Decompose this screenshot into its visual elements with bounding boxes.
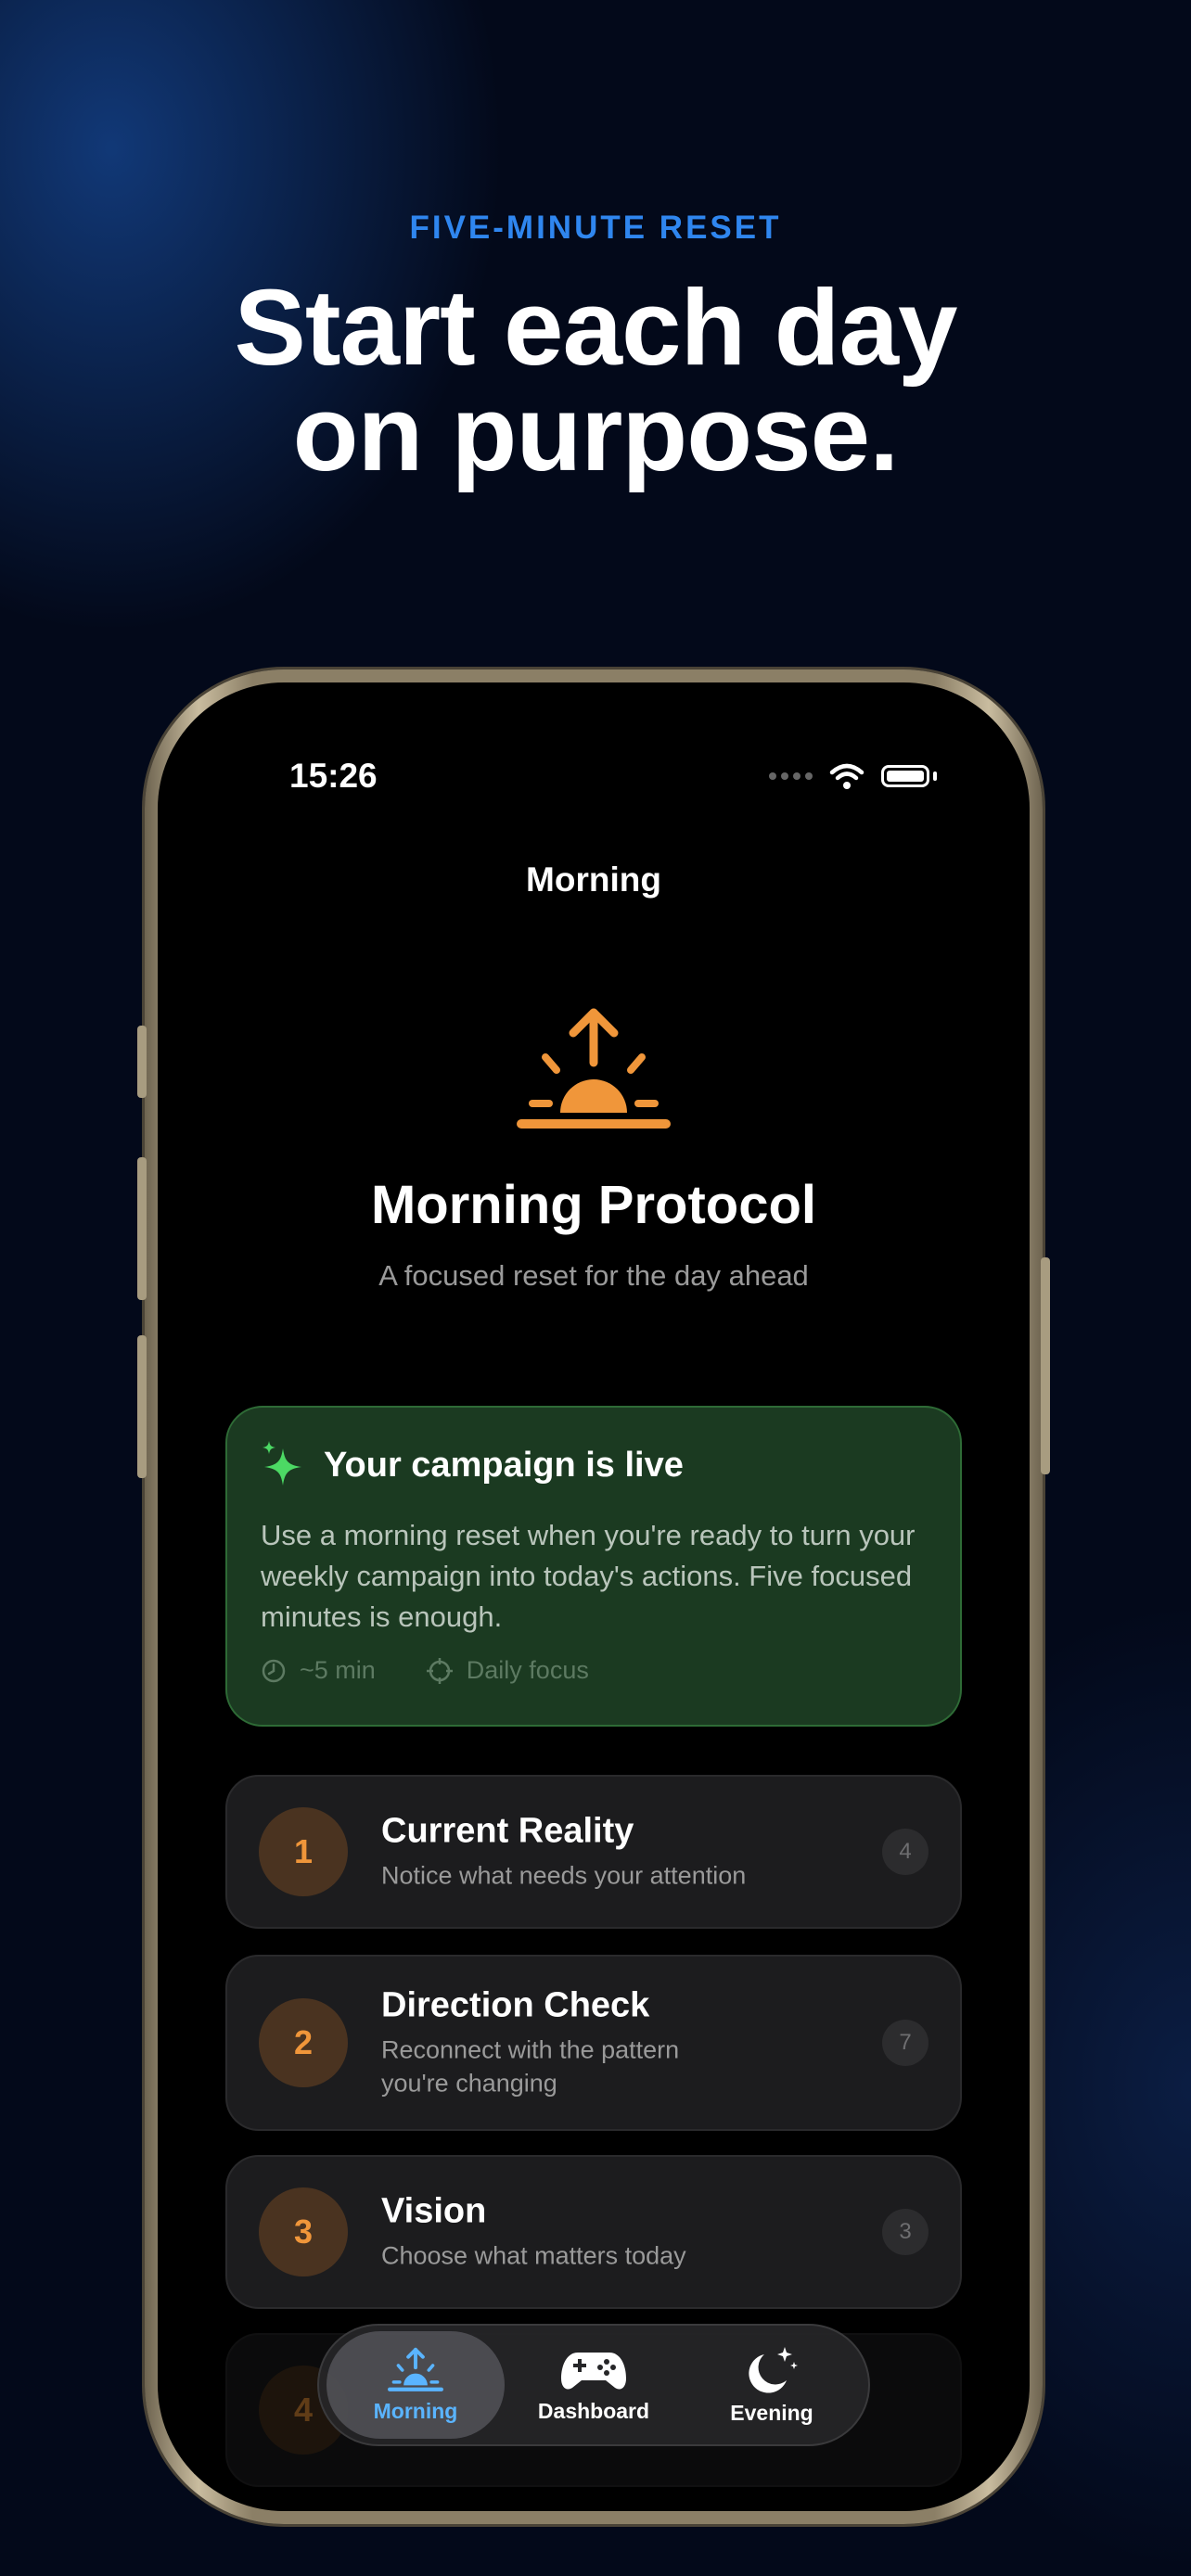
tab-label: Morning bbox=[373, 2398, 458, 2423]
wifi-icon bbox=[829, 763, 864, 789]
promo-eyebrow: FIVE-MINUTE RESET bbox=[409, 210, 782, 246]
campaign-focus: Daily focus bbox=[466, 1656, 589, 1684]
phone-silent-switch bbox=[137, 1026, 147, 1098]
tab-morning[interactable]: Morning bbox=[327, 2331, 505, 2439]
step-title: Direction Check bbox=[381, 1985, 650, 2025]
step-card-current-reality[interactable]: 1 Current Reality Notice what needs your… bbox=[225, 1775, 962, 1929]
tab-evening[interactable]: Evening bbox=[683, 2331, 861, 2439]
step-card-direction-check[interactable]: 2 Direction Check Reconnect with the pat… bbox=[225, 1955, 962, 2131]
step-text: Direction Check Reconnect with the patte… bbox=[381, 1986, 734, 2100]
hero-subtitle: A focused reset for the day ahead bbox=[378, 1259, 809, 1292]
battery-icon bbox=[881, 765, 929, 787]
phone-power-button bbox=[1041, 1257, 1050, 1474]
moon-stars-icon bbox=[749, 2346, 798, 2393]
promo-headline: Start each day on purpose. bbox=[0, 267, 1191, 493]
step-description: Notice what needs your attention bbox=[381, 1861, 747, 1890]
status-time: 15:26 bbox=[289, 757, 378, 795]
step-count-badge: 4 bbox=[882, 1829, 928, 1875]
campaign-title: Your campaign is live bbox=[324, 1445, 684, 1485]
step-number: 3 bbox=[259, 2187, 348, 2276]
gamepad-icon bbox=[561, 2352, 626, 2390]
campaign-meta: ~5 min Daily focus bbox=[261, 1656, 927, 1685]
nav-title: Morning bbox=[526, 861, 661, 899]
tab-dashboard[interactable]: Dashboard bbox=[505, 2331, 683, 2439]
campaign-card-header: Your campaign is live bbox=[261, 1439, 927, 1491]
phone-volume-down bbox=[137, 1335, 147, 1478]
step-title: Vision bbox=[381, 2191, 487, 2231]
step-title: Current Reality bbox=[381, 1811, 634, 1851]
step-number: 2 bbox=[259, 1998, 348, 2087]
step-description: Reconnect with the pattern you're changi… bbox=[381, 2035, 680, 2098]
tab-bar: Morning Dashboard Evening bbox=[317, 2324, 870, 2446]
step-count-badge: 3 bbox=[882, 2209, 928, 2255]
promo-headline-line-2: on purpose. bbox=[292, 373, 900, 493]
sparkles-icon bbox=[263, 1441, 301, 1486]
clock-icon bbox=[262, 1659, 286, 1682]
campaign-duration: ~5 min bbox=[300, 1656, 376, 1684]
step-number: 1 bbox=[259, 1807, 348, 1896]
promo-headline-line-1: Start each day bbox=[234, 267, 957, 388]
step-text: Vision Choose what matters today bbox=[381, 2192, 808, 2273]
campaign-body: Use a morning reset when you're ready to… bbox=[261, 1519, 916, 1633]
sunrise-icon bbox=[517, 1008, 671, 1129]
scope-icon bbox=[426, 1657, 453, 1684]
step-count-badge: 7 bbox=[882, 2020, 928, 2066]
step-card-vision[interactable]: 3 Vision Choose what matters today 3 bbox=[225, 2155, 962, 2309]
phone-volume-up bbox=[137, 1157, 147, 1300]
phone-screen: 15:26 Morning Morning Protocol A focused… bbox=[158, 682, 1030, 2511]
step-description: Choose what matters today bbox=[381, 2241, 686, 2270]
sunrise-icon bbox=[388, 2347, 444, 2391]
step-text: Current Reality Notice what needs your a… bbox=[381, 1812, 808, 1893]
battery-cap bbox=[933, 772, 937, 781]
tab-label: Dashboard bbox=[537, 2398, 650, 2423]
campaign-card[interactable]: Your campaign is live Use a morning rese… bbox=[225, 1406, 962, 1727]
status-icons bbox=[769, 762, 937, 790]
hero-title: Morning Protocol bbox=[370, 1175, 817, 1235]
signal-icon bbox=[769, 772, 813, 780]
tab-label: Evening bbox=[730, 2400, 813, 2425]
